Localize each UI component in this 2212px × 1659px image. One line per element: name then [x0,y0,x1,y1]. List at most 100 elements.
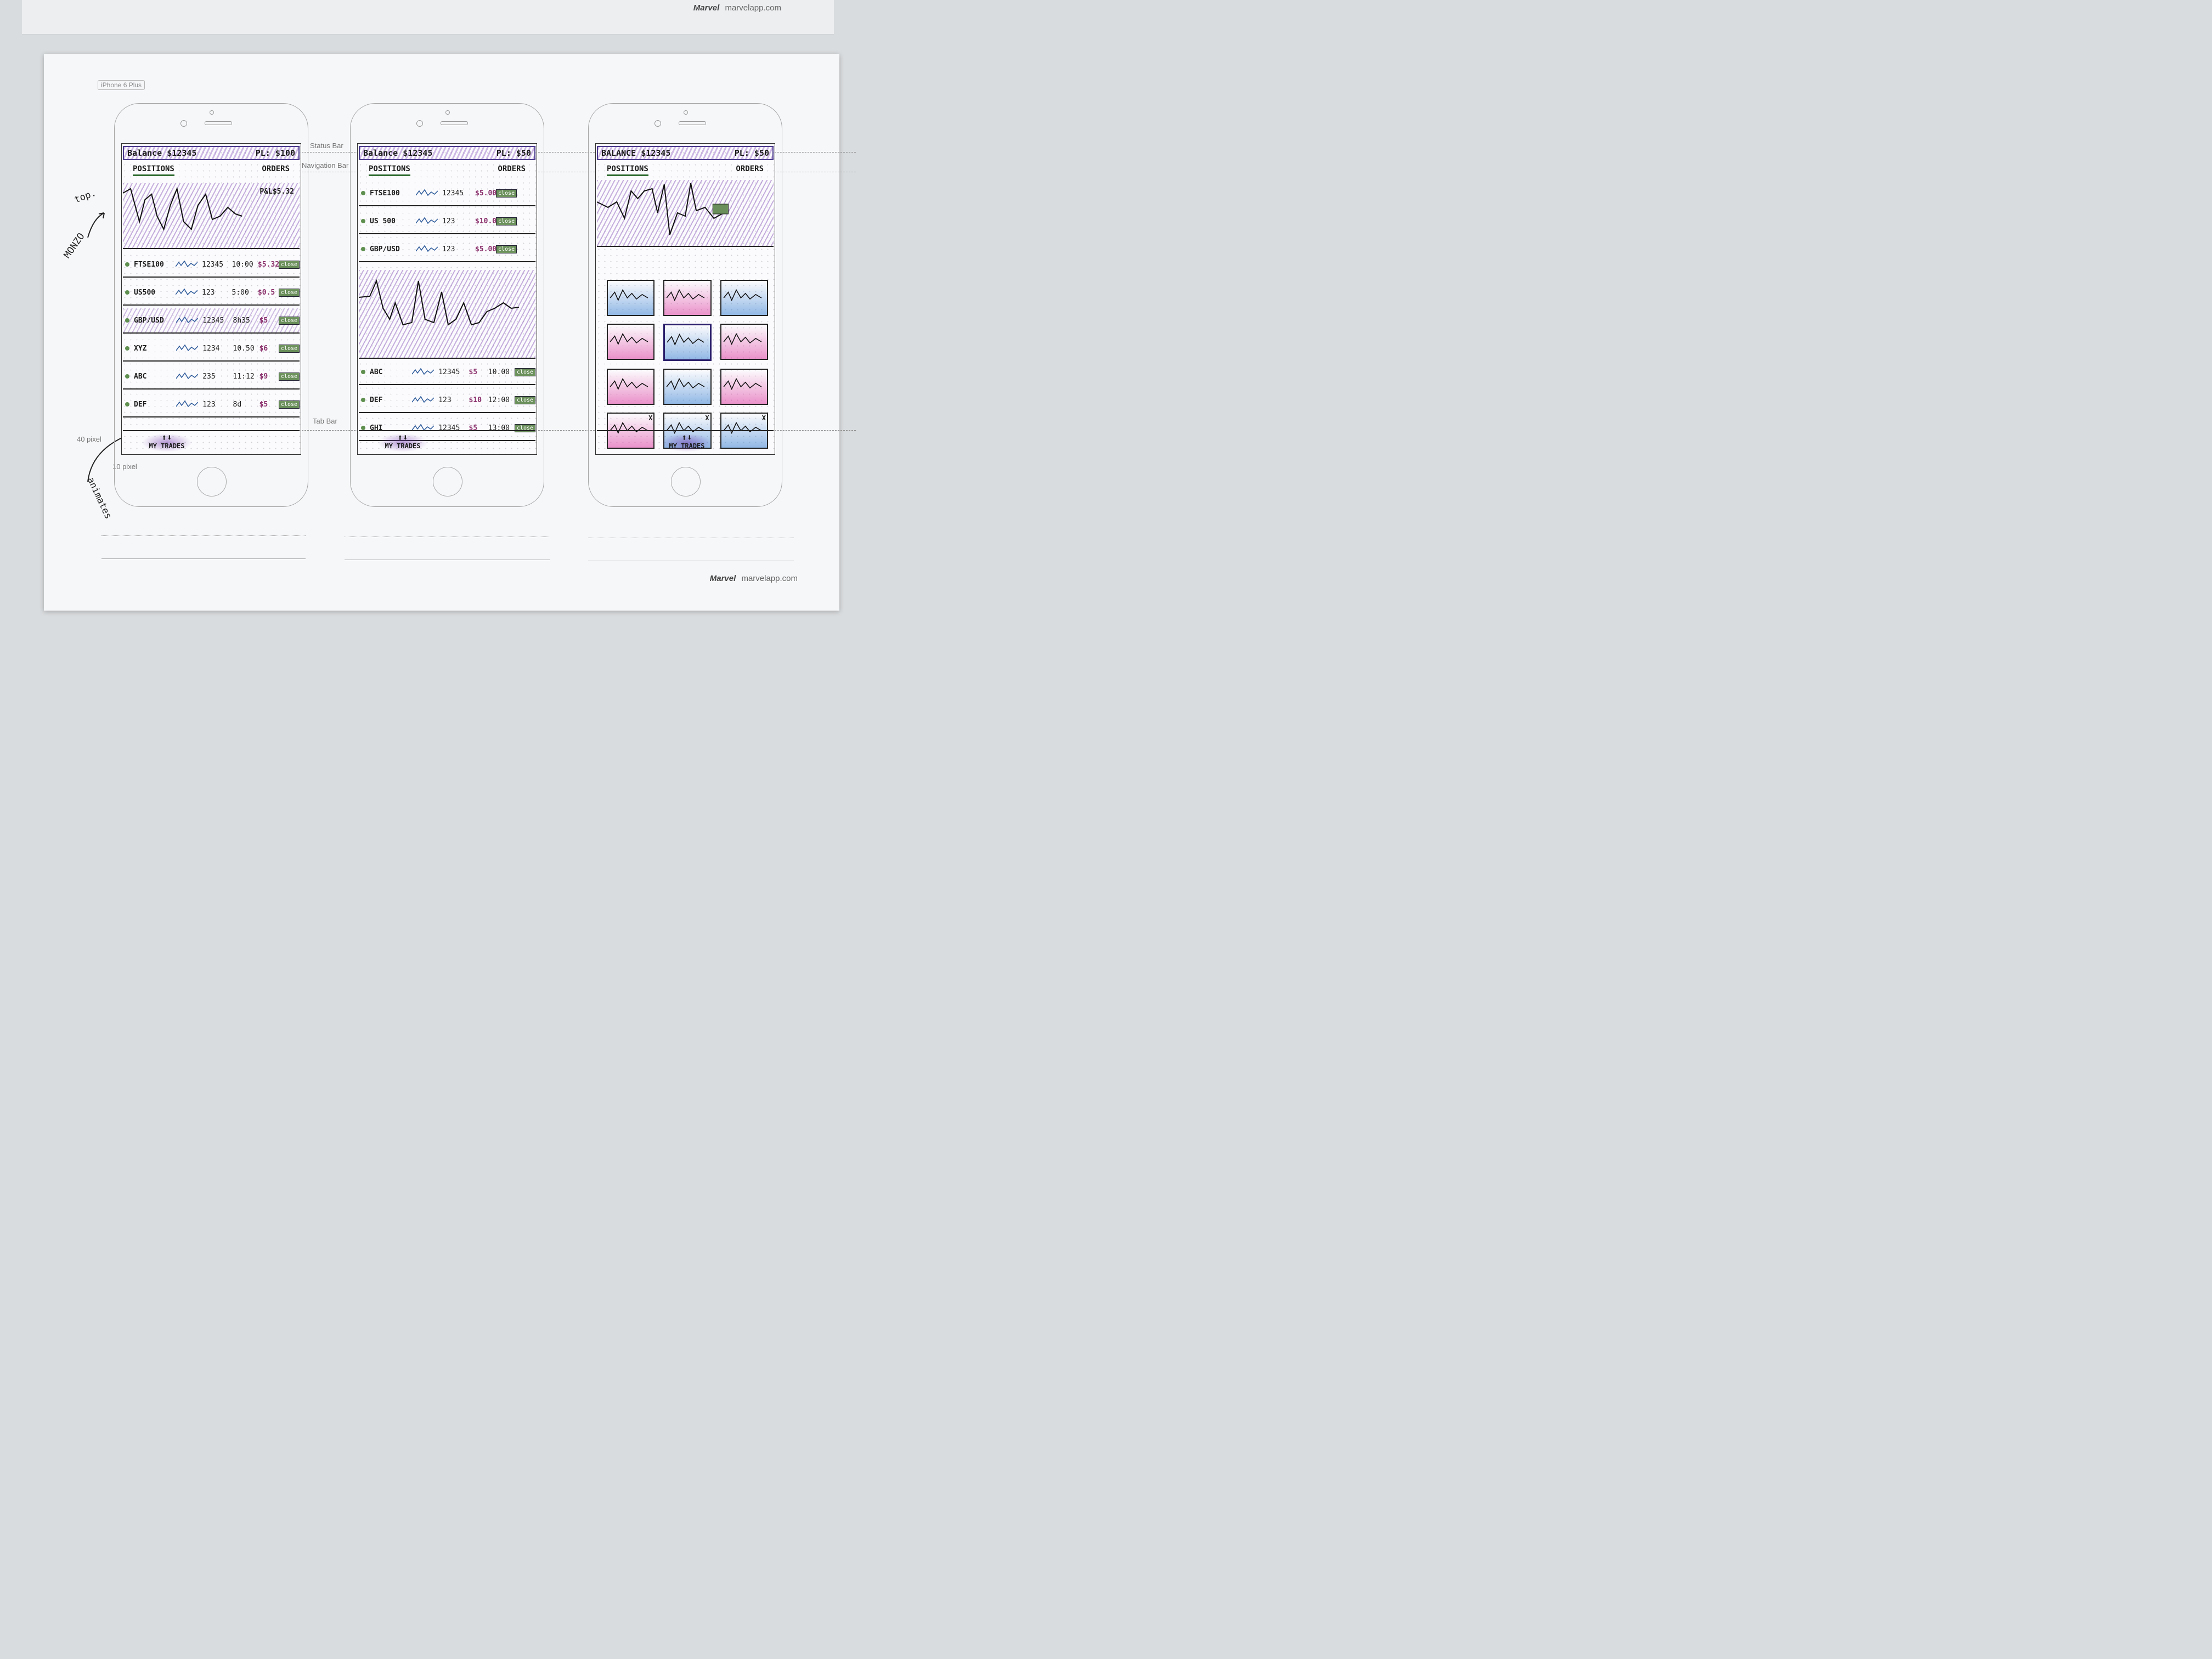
sparkline-icon [176,260,198,268]
trade-tile[interactable] [607,369,655,405]
arrow-up-icon [87,212,105,238]
position-row[interactable]: XYZ 1234 10.50 $6 close [123,336,300,362]
trade-tile[interactable] [663,324,712,361]
position-row[interactable]: DEF 123 $10 12:00 close [359,388,536,413]
trade-tiles-grid: XXX [607,280,768,449]
screen-3: BALANCE $12345 PL: $50 POSITIONS ORDERS … [595,143,775,455]
close-position-button[interactable]: close [514,396,536,404]
position-row[interactable]: ABC 12345 $5 10.00 close [359,360,536,385]
position-symbol: US 500 [370,217,396,225]
trade-tile[interactable] [663,369,712,405]
close-position-button[interactable]: close [496,217,517,225]
close-position-button[interactable]: close [496,189,517,198]
trade-tile[interactable] [720,369,768,405]
camera-icon [445,110,450,115]
tab-positions[interactable]: POSITIONS [133,165,174,176]
close-position-button[interactable]: close [278,260,300,269]
tile-sparkline-icon [610,289,648,302]
status-dot-icon [125,290,129,295]
tab-orders[interactable]: ORDERS [262,165,290,176]
status-dot-icon [361,191,365,195]
position-time: 12:00 [488,396,510,404]
tab-positions[interactable]: POSITIONS [607,165,648,176]
portfolio-chart [597,180,774,247]
sparkline-icon [176,288,198,296]
speaker-icon [441,121,468,125]
tab-orders[interactable]: ORDERS [498,165,526,176]
trade-tile[interactable] [720,280,768,316]
segmented-tabs: POSITIONS ORDERS [364,165,530,176]
chart-pl-label: P&L$5.32 [259,188,294,196]
close-position-button[interactable]: close [496,245,517,253]
position-row[interactable]: FTSE100 12345 10:00 $5.32 close [123,252,300,278]
pl-text: PL: $50 [496,148,531,158]
status-dot-icon [125,262,129,267]
close-position-button[interactable]: close [278,316,300,325]
segmented-tabs: POSITIONS ORDERS [128,165,294,176]
position-amount: $10 [469,396,482,404]
position-symbol: ABC [134,372,147,381]
status-dot-icon [125,346,129,351]
status-bar: Balance $12345 PL: $100 [123,146,300,160]
position-quantity: 123 [438,396,452,404]
tile-sparkline-icon [723,289,761,302]
close-position-button[interactable]: close [278,288,300,297]
tile-close-icon[interactable]: X [762,414,766,422]
top-brand: Marvel marvelapp.com [693,3,781,13]
my-trades-button[interactable]: ⬆⬇ MY TRADES [377,433,428,452]
my-trades-button[interactable]: ⬆⬇ MY TRADES [142,433,192,452]
status-dot-icon [361,370,365,374]
my-trades-label: MY TRADES [149,442,185,450]
position-row[interactable]: GBP/USD 123 $5.00 close [359,237,535,262]
tab-positions[interactable]: POSITIONS [369,165,410,176]
position-amount: $5 [259,316,268,325]
tab-bar-label: Tab Bar [313,417,337,425]
status-dot-icon [361,219,365,223]
tile-sparkline-icon [723,332,761,346]
close-position-button[interactable]: close [278,344,300,353]
sparkline-icon [176,372,199,380]
tile-close-icon[interactable]: X [648,414,652,422]
position-symbol: US500 [134,288,156,297]
segmented-tabs: POSITIONS ORDERS [602,165,768,176]
tab-bar: ⬆⬇ MY TRADES [597,430,774,454]
status-bar-label: Status Bar [310,142,343,150]
up-down-arrows-icon: ⬆⬇ [397,432,408,443]
tile-sparkline-icon [723,377,761,391]
trade-tile[interactable] [663,280,712,316]
position-row[interactable]: FTSE100 12345 $5.00 close [359,181,535,206]
my-trades-button[interactable]: ⬆⬇ MY TRADES [662,433,712,452]
position-row[interactable]: GBP/USD 12345 8h35 $5 close [123,308,300,334]
sparkline-icon [176,400,199,408]
position-symbol: GBP/USD [134,316,164,325]
balance-text: Balance $12345 [127,148,197,158]
home-button [197,467,227,496]
home-button [433,467,462,496]
position-amount: $5.00 [475,189,497,198]
device-label: iPhone 6 Plus [98,80,145,90]
position-time: 10.00 [488,368,510,376]
position-amount: $0.5 [257,288,275,297]
position-row[interactable]: US500 123 5:00 $0.5 close [123,280,300,306]
close-position-button[interactable]: close [278,400,300,409]
expanded-chart [359,270,535,359]
trade-tile[interactable] [607,324,655,360]
phone-3: BALANCE $12345 PL: $50 POSITIONS ORDERS … [588,103,782,507]
position-symbol: GBP/USD [370,245,400,253]
trade-tile[interactable] [607,280,655,316]
position-row[interactable]: ABC 235 11:12 $9 close [123,364,300,390]
navigation-bar-label: Navigation Bar [302,161,349,170]
position-row[interactable]: DEF 123 8d $5 close [123,392,300,417]
tab-orders[interactable]: ORDERS [736,165,764,176]
position-symbol: DEF [134,400,147,409]
trade-tile[interactable] [720,324,768,360]
close-position-button[interactable]: close [278,372,300,381]
position-row[interactable]: US 500 123 $10.00 close [359,209,535,234]
position-amount: $5 [469,368,478,376]
position-quantity: 12345 [202,260,224,269]
position-quantity: 12345 [438,368,460,376]
close-position-button[interactable]: close [514,368,536,376]
tile-close-icon[interactable]: X [705,414,709,422]
background-sheet: Marvel marvelapp.com [22,0,834,35]
sparkline-icon [416,189,438,196]
